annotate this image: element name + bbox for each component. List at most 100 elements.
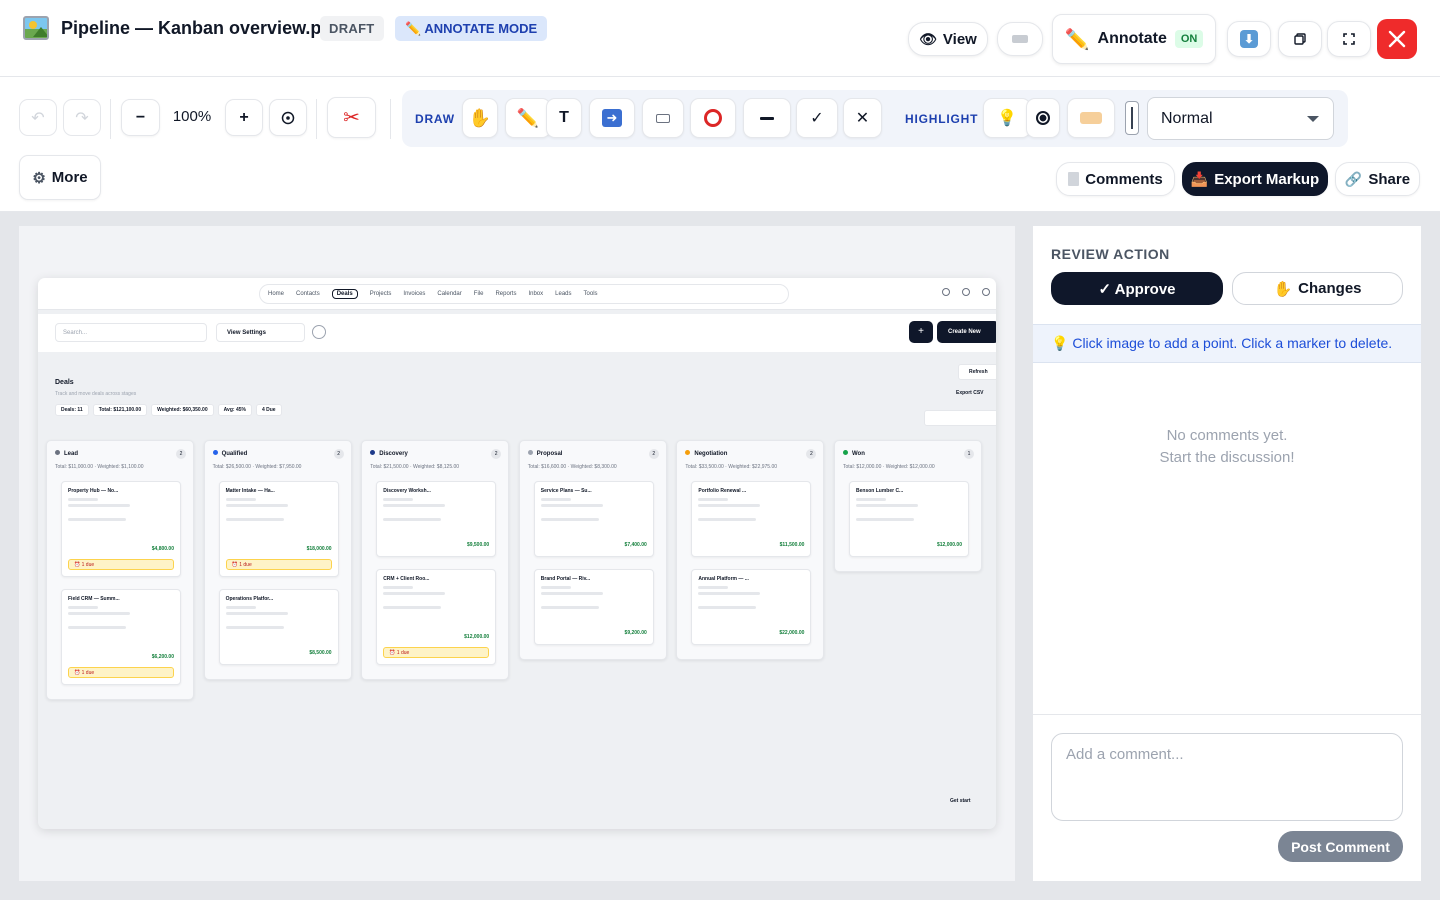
highlighter-button[interactable] xyxy=(1067,98,1115,138)
screenshot-view-settings: View Settings xyxy=(216,323,305,342)
screenshot-card-detail xyxy=(540,592,603,595)
changes-button-label: Changes xyxy=(1298,280,1362,297)
screenshot-due-badge: ⏰ 1 due xyxy=(68,559,174,570)
view-button-label: View xyxy=(942,30,977,48)
close-button[interactable] xyxy=(1377,19,1417,59)
line-tool-button[interactable] xyxy=(743,98,791,138)
crop-tool-button[interactable]: ✂ xyxy=(327,97,376,138)
screenshot-plus-button: + xyxy=(909,321,933,343)
check-icon: ✓ xyxy=(810,110,824,127)
post-comment-button[interactable]: Post Comment xyxy=(1278,831,1403,862)
screenshot-column-total: Total: $12,000.00 · Weighted: $12,000.00 xyxy=(843,464,935,470)
text-tool-button[interactable]: T xyxy=(546,98,582,138)
screenshot-deal-amount: $8,500.00 xyxy=(309,650,332,656)
screenshot-nav-item: Tools xyxy=(583,291,598,297)
approve-button[interactable]: ✓ Approve xyxy=(1051,272,1223,305)
fullscreen-button[interactable] xyxy=(1327,21,1371,57)
more-button[interactable]: ⚙ More xyxy=(19,155,101,200)
screenshot-card-detail xyxy=(698,592,761,595)
pen-tool-button[interactable]: ✏️ xyxy=(505,98,551,138)
screenshot-column-count: 2 xyxy=(648,449,659,459)
screenshot-card-detail xyxy=(383,606,442,609)
rectangle-tool-button[interactable] xyxy=(642,98,684,138)
zoom-reset-button[interactable] xyxy=(269,99,307,136)
screenshot-nav-item: Home xyxy=(268,291,285,297)
image-canvas[interactable]: Home Contacts Deals Projects Invoices Calenda… xyxy=(19,226,1015,881)
review-panel: REVIEW ACTION ✓ Approve ✋ Changes 💡 Clic… xyxy=(1033,226,1421,881)
screenshot-column-title: Discovery xyxy=(370,450,408,457)
toolbar-divider xyxy=(110,99,111,139)
screenshot-nav-item: Reports xyxy=(495,291,517,297)
annotate-toggle-button[interactable]: ✏️ Annotate ON xyxy=(1052,14,1216,64)
document-icon xyxy=(1068,172,1080,186)
bulb-highlight-button[interactable]: 💡 xyxy=(983,98,1031,138)
comment-input[interactable] xyxy=(1051,733,1403,821)
screenshot-deal-amount: $12,000.00 xyxy=(936,542,962,548)
screenshot-column-title: Proposal xyxy=(527,450,562,457)
download-icon: ⬇ xyxy=(1240,30,1258,48)
review-divider xyxy=(1033,714,1421,715)
draw-section-label: DRAW xyxy=(415,112,455,126)
app-header: Pipeline — Kanban overview.png DRAFT ✏️ … xyxy=(0,0,1440,77)
highlight-section-label: HIGHLIGHT xyxy=(905,112,979,126)
screenshot-due-badge: ⏰ 1 due xyxy=(68,667,174,678)
zoom-in-button[interactable]: + xyxy=(225,99,263,136)
screenshot-deal-amount: $22,000.00 xyxy=(779,630,805,636)
copy-button[interactable] xyxy=(1278,21,1322,57)
screenshot-card-detail xyxy=(68,518,126,521)
screenshot-card-detail xyxy=(856,504,918,507)
request-changes-button[interactable]: ✋ Changes xyxy=(1232,272,1403,305)
close-icon xyxy=(1388,30,1406,48)
chevron-down-icon xyxy=(1307,116,1319,122)
screenshot-deal-amount: $12,000.00 xyxy=(464,634,490,640)
dot-marker-button[interactable] xyxy=(1026,98,1060,138)
screenshot-nav-item: Calendar xyxy=(437,291,462,297)
pan-tool-button[interactable]: ✋ xyxy=(462,98,498,138)
pencil-icon: ✏️ xyxy=(1064,28,1090,51)
ruler-toggle-button[interactable] xyxy=(997,22,1043,56)
download-button[interactable]: ⬇ xyxy=(1227,21,1271,57)
view-button[interactable]: 👁 View xyxy=(908,22,988,56)
screenshot-export-csv: Export CSV xyxy=(956,390,984,396)
rectangle-icon xyxy=(656,113,670,123)
screenshot-deal-amount: $9,500.00 xyxy=(466,542,490,548)
screenshot-card-detail xyxy=(225,504,288,507)
screenshot-card-detail xyxy=(856,498,886,501)
screenshot-deal-title: Field CRM — Summ... xyxy=(68,596,120,602)
screenshot-deal-title: Operations Platfor... xyxy=(225,596,274,602)
scissors-icon: ✂ xyxy=(343,107,360,129)
circle-icon xyxy=(704,109,722,127)
share-button[interactable]: 🔗 Share xyxy=(1335,162,1420,196)
undo-button[interactable]: ↶ xyxy=(19,99,57,136)
hand-icon: ✋ xyxy=(468,107,492,128)
annotated-screenshot[interactable]: Home Contacts Deals Projects Invoices Calenda… xyxy=(38,278,996,829)
highlighter-icon xyxy=(1080,112,1102,124)
inbox-tray-icon: 📥 xyxy=(1190,170,1209,187)
line-style-select[interactable]: Normal xyxy=(1147,97,1334,140)
stroke-color-swatch[interactable] xyxy=(1125,101,1139,135)
screenshot-card-detail xyxy=(383,518,442,521)
check-mark-tool-button[interactable]: ✓ xyxy=(796,98,838,138)
arrow-tool-button[interactable]: ➜ xyxy=(589,98,635,138)
screenshot-refresh: Refresh xyxy=(958,364,996,380)
empty-comments-text: No comments yet. xyxy=(1166,427,1288,444)
screenshot-column-total: Total: $26,500.00 · Weighted: $7,950.00 xyxy=(212,464,302,470)
screenshot-stats: Deals: 11 Total: $121,100.00 Weighted: $60… xyxy=(55,404,282,416)
zoom-out-button[interactable]: − xyxy=(121,99,160,136)
export-markup-button[interactable]: 📥 Export Markup xyxy=(1182,162,1328,196)
screenshot-card-detail xyxy=(383,504,446,507)
record-dot-icon xyxy=(1036,111,1050,125)
screenshot-kanban-column: Qualified 2 Total: $26,500.00 · Weighted: … xyxy=(203,440,352,680)
export-button-label: Export Markup xyxy=(1214,170,1320,188)
cross-mark-tool-button[interactable]: ✕ xyxy=(843,98,882,138)
comments-button[interactable]: Comments xyxy=(1056,162,1175,196)
screenshot-kanban-column: Discovery 2 Total: $21,500.00 · Weighted: … xyxy=(361,440,510,680)
redo-button[interactable]: ↷ xyxy=(63,99,101,136)
screenshot-card-detail xyxy=(68,498,98,501)
screenshot-column-total: Total: $16,600.00 · Weighted: $8,300.00 xyxy=(527,464,617,470)
screenshot-page-subtitle: Track and move deals across stages xyxy=(55,391,137,397)
circle-tool-button[interactable] xyxy=(690,98,736,138)
screenshot-card-detail xyxy=(383,498,414,501)
hint-text: Click image to add a point. Click a mark… xyxy=(1072,335,1393,351)
screenshot-stat-chip: Weighted: $60,350.00 xyxy=(151,404,214,416)
